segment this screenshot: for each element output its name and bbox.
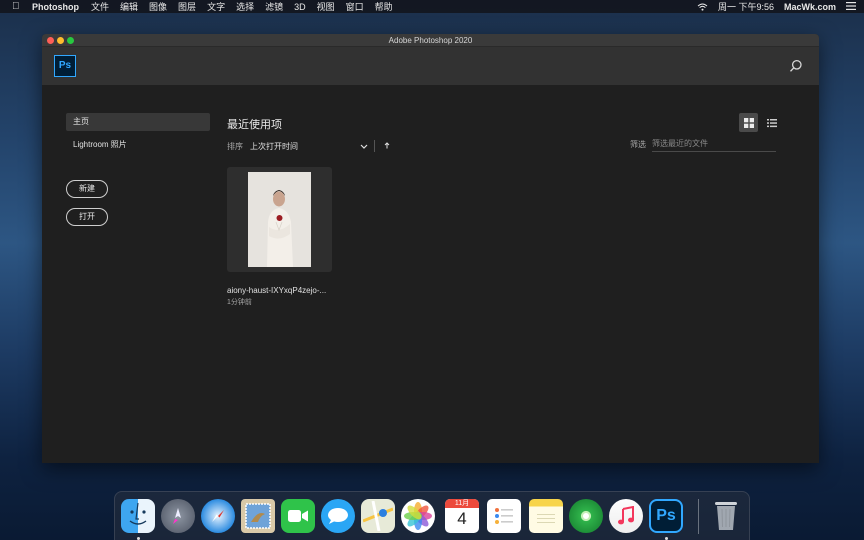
window-controls [47,37,74,44]
menu-window[interactable]: 窗口 [346,0,364,13]
recent-file-card[interactable]: aiony-haust-IXYxqP4zejo-... 1分钟前 [227,167,332,307]
close-button[interactable] [47,37,54,44]
menu-select[interactable]: 选择 [236,0,254,13]
photoshop-logo: Ps [54,55,76,77]
calendar-day: 4 [457,509,467,528]
menu-app-name[interactable]: Photoshop [32,2,79,12]
grid-view-icon[interactable] [739,113,758,132]
sidebar: 主页 Lightroom 照片 新建 打开 [66,113,210,226]
list-view-icon[interactable] [765,116,779,130]
window-title: Adobe Photoshop 2020 [388,36,473,45]
photoshop-window: Adobe Photoshop 2020 Ps 主页 Lightroom 照片 … [42,34,819,463]
launchpad-icon[interactable] [161,499,195,533]
sort-value: 上次打开时间 [250,141,298,151]
notes-icon[interactable] [529,499,563,533]
menu-type[interactable]: 文字 [207,0,225,13]
menu-image[interactable]: 图像 [149,0,167,13]
app-header: Ps [42,47,819,85]
sort-bar: 排序 上次打开时间 [227,139,390,153]
trash-icon[interactable] [709,499,743,533]
dock-separator [698,499,699,534]
menu-view[interactable]: 视图 [317,0,335,13]
menu-layer[interactable]: 图层 [178,0,196,13]
menu-3d[interactable]: 3D [294,2,306,12]
mail-stamp-icon[interactable] [241,499,275,533]
dock: 11月 4 Ps [114,491,750,540]
file-thumbnail[interactable] [227,167,332,272]
menu-file[interactable]: 文件 [91,0,109,13]
photos-icon[interactable] [401,499,435,533]
find-my-icon[interactable] [569,499,603,533]
music-icon[interactable] [609,499,643,533]
calendar-month: 11月 [445,499,479,508]
sidebar-item-lightroom[interactable]: Lightroom 照片 [66,136,210,154]
menu-list-icon[interactable] [846,1,856,12]
minimize-button[interactable] [57,37,64,44]
home-screen: 主页 Lightroom 照片 新建 打开 最近使用项 排序 上次打开时间 筛选… [42,86,819,463]
finder-icon[interactable] [121,499,155,533]
page-title: 最近使用项 [227,119,282,131]
menu-help[interactable]: 帮助 [375,0,393,13]
reminders-icon[interactable] [487,499,521,533]
safari-icon[interactable] [201,499,235,533]
sort-label: 排序 [227,141,243,151]
facetime-icon[interactable] [281,499,315,533]
title-bar[interactable]: Adobe Photoshop 2020 [42,34,819,47]
file-timestamp: 1分钟前 [227,299,252,306]
maximize-button[interactable] [67,37,74,44]
maps-icon[interactable] [361,499,395,533]
menu-edit[interactable]: 编辑 [120,0,138,13]
menubar-brand: MacWk.com [783,1,836,12]
menu-filter[interactable]: 滤镜 [265,0,283,13]
sort-divider [374,140,375,152]
photoshop-dock-icon[interactable]: Ps [649,499,683,533]
menubar-clock[interactable]: 周一 下午9:56 [718,0,774,13]
menubar:  Photoshop 文件 编辑 图像 图层 文字 选择 滤镜 3D 视图 窗… [0,0,864,13]
sidebar-item-home[interactable]: 主页 [66,113,210,131]
open-button[interactable]: 打开 [66,208,108,226]
apple-icon[interactable]:  [12,0,22,13]
sort-direction-icon[interactable] [384,141,390,151]
search-icon[interactable] [789,59,803,73]
calendar-icon[interactable]: 11月 4 [445,499,479,533]
new-button[interactable]: 新建 [66,180,108,198]
chevron-down-icon [360,142,368,151]
file-name[interactable]: aiony-haust-IXYxqP4zejo-... [227,286,332,295]
wifi-icon[interactable] [697,3,708,11]
filter-input[interactable] [652,136,776,152]
photo-thumbnail-image [248,172,311,267]
sort-dropdown[interactable]: 上次打开时间 [250,141,368,152]
filter-label: 筛选 [630,140,646,149]
messages-icon[interactable] [321,499,355,533]
